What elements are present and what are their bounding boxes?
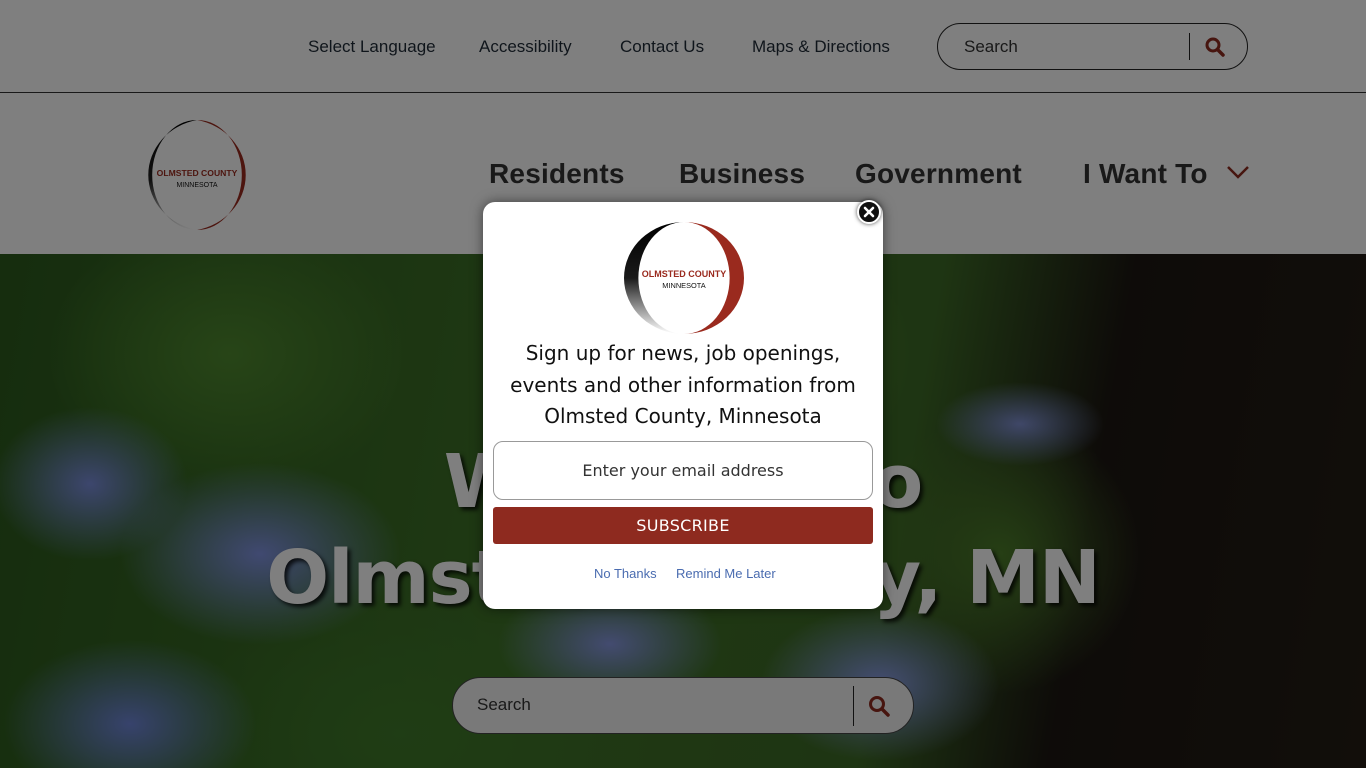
no-thanks-link[interactable]: No Thanks [594, 566, 657, 581]
svg-text:OLMSTED COUNTY: OLMSTED COUNTY [642, 269, 727, 279]
modal-close-button[interactable] [857, 200, 881, 224]
email-field[interactable] [493, 441, 873, 500]
modal-county-logo: OLMSTED COUNTY MINNESOTA [624, 222, 744, 334]
signup-message: Sign up for news, job openings, events a… [510, 341, 856, 428]
subscribe-button[interactable]: SUBSCRIBE [493, 507, 873, 544]
remind-me-later-link[interactable]: Remind Me Later [676, 566, 776, 581]
svg-text:MINNESOTA: MINNESOTA [662, 281, 705, 290]
newsletter-signup-modal: OLMSTED COUNTY MINNESOTA Sign up for new… [483, 200, 883, 609]
close-icon [863, 206, 875, 218]
